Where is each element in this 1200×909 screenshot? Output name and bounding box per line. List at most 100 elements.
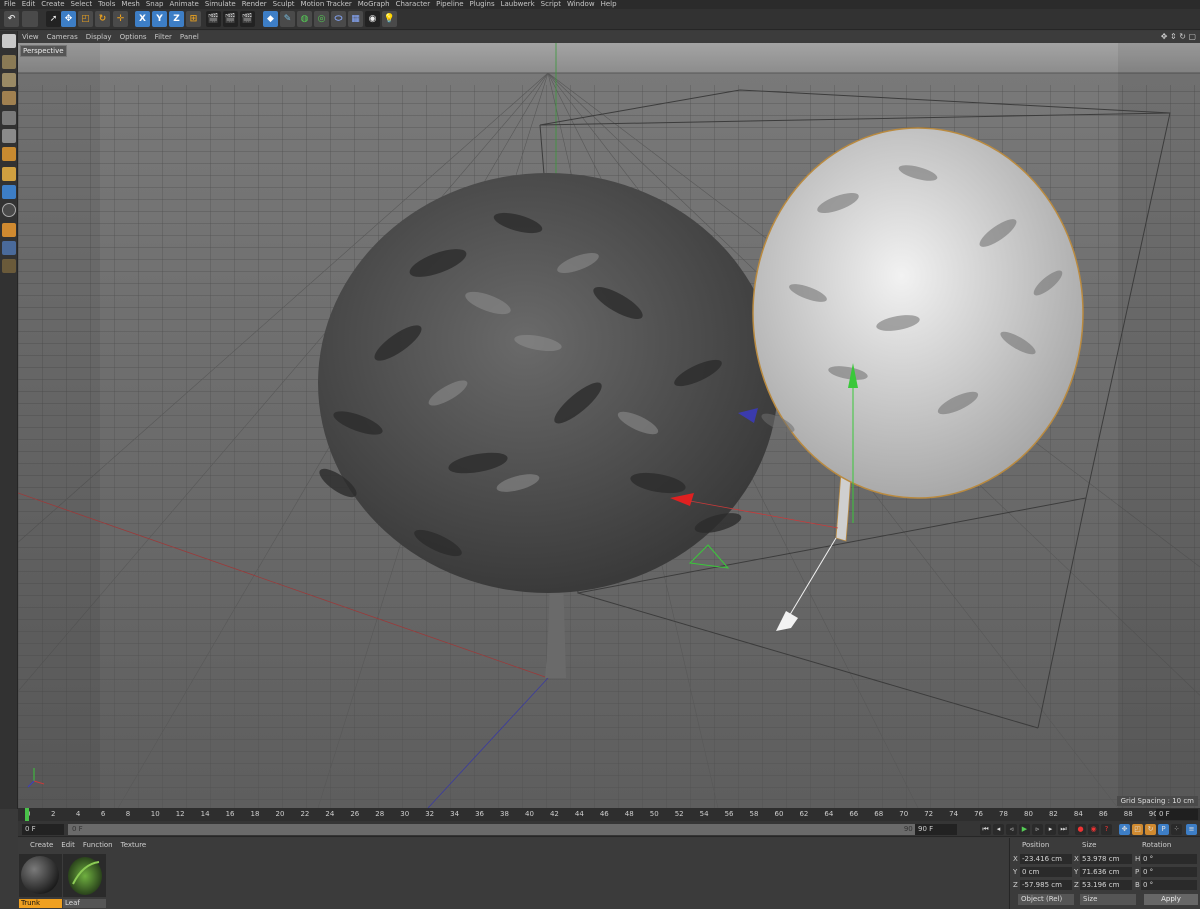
menu-create[interactable]: Create [41, 0, 64, 9]
subdivision-surface-icon[interactable]: ◍ [297, 11, 312, 27]
z-axis-lock-button[interactable]: Z [169, 11, 184, 27]
viewport-menu-display[interactable]: Display [86, 33, 112, 41]
timeline-ruler[interactable]: 0246810121416182022242628303234363840424… [18, 808, 1200, 821]
menu-file[interactable]: File [4, 0, 16, 9]
coordinate-system-icon[interactable]: ⊞ [186, 11, 201, 27]
record-position-icon[interactable]: ✥ [1119, 824, 1130, 835]
x-axis-lock-button[interactable]: X [135, 11, 150, 27]
size-x-field[interactable]: 53.978 cm [1080, 854, 1132, 864]
timeline-playhead[interactable] [25, 808, 29, 821]
menu-snap[interactable]: Snap [146, 0, 164, 9]
record-key-icon[interactable]: ● [1075, 824, 1086, 835]
current-frame-field[interactable]: 0 F [22, 824, 64, 835]
menu-pipeline[interactable]: Pipeline [436, 0, 463, 9]
material-menu-texture[interactable]: Texture [121, 841, 147, 849]
position-x-field[interactable]: -23.416 cm [1020, 854, 1072, 864]
record-scale-icon[interactable]: ◰ [1132, 824, 1143, 835]
pen-spline-icon[interactable]: ✎ [280, 11, 295, 27]
locked-workplane-icon[interactable] [2, 223, 16, 237]
menu-select[interactable]: Select [71, 0, 93, 9]
viewport-menu-filter[interactable]: Filter [155, 33, 172, 41]
enable-axis-icon[interactable] [2, 167, 16, 181]
record-rotation-icon[interactable]: ↻ [1145, 824, 1156, 835]
previous-key-icon[interactable]: ◂ [993, 824, 1004, 835]
menu-laubwerk[interactable]: Laubwerk [501, 0, 535, 9]
deformer-icon[interactable]: ⬭ [331, 11, 346, 27]
rotate-tool-icon[interactable]: ↻ [95, 11, 110, 27]
go-to-start-icon[interactable]: ⏮ [980, 824, 991, 835]
render-view-icon[interactable]: 🎬 [206, 11, 221, 27]
viewport-menu-panel[interactable]: Panel [180, 33, 199, 41]
render-settings-icon[interactable]: 🎬 [240, 11, 255, 27]
coordinate-mode-dropdown[interactable]: Object (Rel) [1018, 894, 1074, 905]
undo-icon[interactable]: ↶ [4, 11, 19, 27]
material-trunk[interactable]: Trunk [19, 854, 62, 908]
light-icon[interactable]: 💡 [382, 11, 397, 27]
floor-icon[interactable]: ▦ [348, 11, 363, 27]
render-picture-viewer-icon[interactable]: 🎬 [223, 11, 238, 27]
layer-icon[interactable] [2, 259, 16, 273]
menu-animate[interactable]: Animate [169, 0, 198, 9]
menu-motion-tracker[interactable]: Motion Tracker [301, 0, 352, 9]
menu-tools[interactable]: Tools [98, 0, 115, 9]
scale-tool-icon[interactable]: ◰ [78, 11, 93, 27]
tweak-mode-icon[interactable] [2, 185, 16, 199]
viewport-menu-view[interactable]: View [22, 33, 39, 41]
material-menu-create[interactable]: Create [30, 841, 53, 849]
position-y-field[interactable]: 0 cm [1020, 867, 1072, 877]
texture-mode-icon[interactable] [2, 73, 16, 87]
keyframe-selection-icon[interactable]: ? [1101, 824, 1112, 835]
3d-viewport[interactable]: Perspective Grid Spacing : 10 cm [18, 43, 1200, 808]
previous-frame-icon[interactable]: ◃ [1006, 824, 1017, 835]
recent-tool-icon[interactable]: ✛ [113, 11, 128, 27]
material-leaf[interactable]: Leaf [63, 854, 106, 908]
max-frame-field[interactable]: 90 F [915, 824, 957, 835]
menu-window[interactable]: Window [567, 0, 595, 9]
play-icon[interactable]: ▶ [1019, 824, 1030, 835]
preview-range-slider[interactable]: 0 F 90 F [68, 824, 923, 835]
size-z-field[interactable]: 53.196 cm [1080, 880, 1132, 890]
move-tool-icon[interactable]: ✥ [61, 11, 76, 27]
polygons-mode-icon[interactable] [2, 147, 16, 161]
cube-primitive-icon[interactable]: ◆ [263, 11, 278, 27]
workplane-mode-icon[interactable] [2, 91, 16, 105]
menu-plugins[interactable]: Plugins [470, 0, 495, 9]
next-frame-icon[interactable]: ▹ [1032, 824, 1043, 835]
record-point-level-icon[interactable]: ⁘ [1171, 824, 1182, 835]
menu-mograph[interactable]: MoGraph [358, 0, 390, 9]
model-mode-icon[interactable] [2, 55, 16, 69]
camera-icon[interactable]: ◉ [365, 11, 380, 27]
viewport-menu-cameras[interactable]: Cameras [47, 33, 78, 41]
position-z-field[interactable]: -57.985 cm [1020, 880, 1072, 890]
planar-workplane-icon[interactable] [2, 241, 16, 255]
snapping-icon[interactable] [2, 203, 16, 217]
menu-render[interactable]: Render [242, 0, 267, 9]
redo-icon[interactable] [22, 11, 38, 27]
y-axis-lock-button[interactable]: Y [152, 11, 167, 27]
material-menu-edit[interactable]: Edit [61, 841, 75, 849]
size-mode-dropdown[interactable]: Size [1080, 894, 1136, 905]
menu-mesh[interactable]: Mesh [121, 0, 139, 9]
material-menu-function[interactable]: Function [83, 841, 113, 849]
live-selection-icon[interactable]: ➚ [46, 11, 61, 27]
menu-script[interactable]: Script [541, 0, 561, 9]
viewport-camera-label[interactable]: Perspective [20, 45, 67, 57]
menu-sculpt[interactable]: Sculpt [273, 0, 295, 9]
cloner-icon[interactable]: ◎ [314, 11, 329, 27]
go-to-end-icon[interactable]: ⏭ [1058, 824, 1069, 835]
size-y-field[interactable]: 71.636 cm [1080, 867, 1132, 877]
menu-character[interactable]: Character [396, 0, 431, 9]
edges-mode-icon[interactable] [2, 129, 16, 143]
next-key-icon[interactable]: ▸ [1045, 824, 1056, 835]
apply-button[interactable]: Apply [1144, 894, 1198, 905]
rotation-b-field[interactable]: 0 ° [1141, 880, 1197, 890]
rotation-p-field[interactable]: 0 ° [1141, 867, 1197, 877]
record-parameter-icon[interactable]: P [1158, 824, 1169, 835]
points-mode-icon[interactable] [2, 111, 16, 125]
autokey-icon[interactable]: ◉ [1088, 824, 1099, 835]
viewport-navigation-icons[interactable]: ✥ ⇕ ↻ ▢ [1161, 32, 1196, 41]
menu-simulate[interactable]: Simulate [205, 0, 236, 9]
viewport-menu-options[interactable]: Options [120, 33, 147, 41]
timeline-menu-icon[interactable]: ≡ [1186, 824, 1197, 835]
menu-edit[interactable]: Edit [22, 0, 36, 9]
